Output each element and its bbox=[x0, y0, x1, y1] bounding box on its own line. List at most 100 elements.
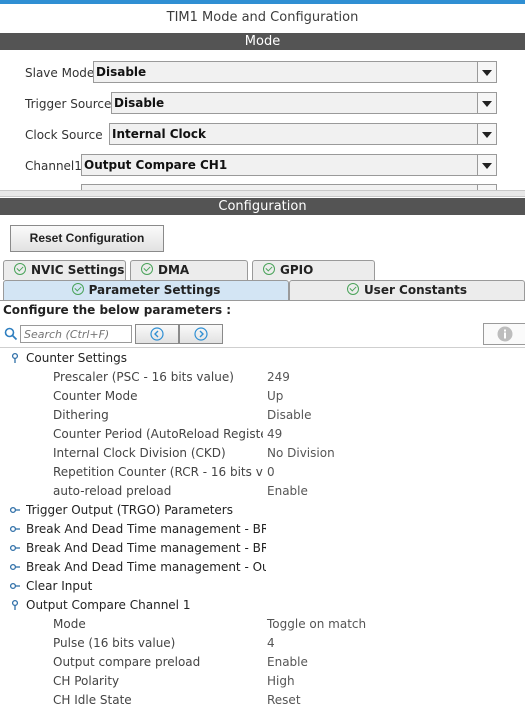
group-label: Break And Dead Time management - BR... bbox=[26, 541, 266, 555]
param-row-oc-mode[interactable]: Mode Toggle on match bbox=[0, 615, 525, 634]
tree-group-trigger-output[interactable]: Trigger Output (TRGO) Parameters bbox=[0, 501, 525, 520]
collapsed-node-icon[interactable] bbox=[9, 561, 21, 573]
group-label: Clear Input bbox=[26, 579, 93, 593]
tab-label: User Constants bbox=[363, 283, 468, 297]
param-name: Mode bbox=[53, 617, 86, 631]
param-value[interactable]: Enable bbox=[267, 482, 308, 501]
group-label: Counter Settings bbox=[26, 351, 127, 365]
tree-top-border bbox=[0, 347, 525, 348]
group-label: Break And Dead Time management - Ou... bbox=[26, 560, 266, 574]
tab-dma-settings[interactable]: DMA Settings bbox=[130, 260, 248, 295]
channel1-value: Output Compare CH1 bbox=[84, 158, 228, 172]
expanded-node-icon[interactable] bbox=[9, 352, 21, 364]
param-row-prescaler[interactable]: Prescaler (PSC - 16 bits value) 249 bbox=[0, 368, 525, 387]
chevron-right-icon bbox=[194, 327, 208, 341]
clock-source-value: Internal Clock bbox=[112, 127, 206, 141]
param-row-counter-mode[interactable]: Counter Mode Up bbox=[0, 387, 525, 406]
tab-label: Parameter Settings bbox=[88, 283, 221, 297]
tab-parameter-settings[interactable]: Parameter Settings bbox=[3, 280, 289, 300]
param-value[interactable]: 0 bbox=[267, 463, 275, 482]
param-value[interactable]: 249 bbox=[267, 368, 290, 387]
param-value[interactable]: Reset bbox=[267, 691, 301, 710]
tab-user-constants[interactable]: User Constants bbox=[289, 280, 525, 300]
instruction-text: Configure the below parameters : bbox=[3, 303, 232, 317]
param-name: CH Idle State bbox=[53, 693, 132, 707]
check-circle-icon bbox=[346, 283, 359, 295]
collapsed-node-icon[interactable] bbox=[9, 542, 21, 554]
param-name: CH Polarity bbox=[53, 674, 120, 688]
trigger-source-select[interactable]: Disable bbox=[111, 92, 497, 114]
group-label: Break And Dead Time management - BR... bbox=[26, 522, 266, 536]
search-input[interactable] bbox=[20, 325, 132, 343]
info-button[interactable] bbox=[483, 323, 525, 345]
clock-source-select[interactable]: Internal Clock bbox=[109, 123, 497, 145]
tab-divider bbox=[0, 300, 525, 301]
group-label: Trigger Output (TRGO) Parameters bbox=[26, 503, 233, 517]
param-row-counter-period[interactable]: Counter Period (AutoReload Registe... 49 bbox=[0, 425, 525, 444]
trigger-source-label: Trigger Source bbox=[25, 97, 112, 111]
slave-mode-select[interactable]: Disable bbox=[93, 61, 497, 83]
tab-label: NVIC Settings bbox=[31, 263, 125, 277]
chevron-down-icon[interactable] bbox=[477, 62, 496, 82]
reset-configuration-button[interactable]: Reset Configuration bbox=[10, 225, 164, 252]
collapsed-node-icon[interactable] bbox=[9, 580, 21, 592]
trigger-source-value: Disable bbox=[114, 96, 165, 110]
tab-nvic-settings[interactable]: NVIC Settings bbox=[3, 260, 126, 280]
channel1-label: Channel1 bbox=[25, 159, 82, 173]
param-value[interactable]: High bbox=[267, 672, 295, 691]
collapsed-node-icon[interactable] bbox=[9, 504, 21, 516]
param-value[interactable]: 4 bbox=[267, 634, 275, 653]
param-row-clock-division[interactable]: Internal Clock Division (CKD) No Divisio… bbox=[0, 444, 525, 463]
param-value[interactable]: 49 bbox=[267, 425, 282, 444]
tree-group-break-dead-time-2[interactable]: Break And Dead Time management - BR... bbox=[0, 539, 525, 558]
param-name: Counter Mode bbox=[53, 389, 138, 403]
param-value[interactable]: Enable bbox=[267, 653, 308, 672]
param-value[interactable]: Toggle on match bbox=[267, 615, 366, 634]
search-icon bbox=[4, 327, 18, 341]
param-name: Repetition Counter (RCR - 16 bits val... bbox=[53, 465, 263, 479]
param-name: Output compare preload bbox=[53, 655, 201, 669]
param-row-ch-idle-state[interactable]: CH Idle State Reset bbox=[0, 691, 525, 710]
param-name: Internal Clock Division (CKD) bbox=[53, 446, 226, 460]
param-name: auto-reload preload bbox=[53, 484, 172, 498]
check-circle-icon bbox=[71, 283, 84, 295]
search-prev-button[interactable] bbox=[135, 324, 179, 344]
search-next-button[interactable] bbox=[179, 324, 223, 344]
chevron-down-icon[interactable] bbox=[477, 155, 496, 175]
slave-mode-value: Disable bbox=[96, 65, 147, 79]
tree-group-output-compare-ch1[interactable]: Output Compare Channel 1 bbox=[0, 596, 525, 615]
channel1-select[interactable]: Output Compare CH1 bbox=[81, 154, 497, 176]
param-name: Dithering bbox=[53, 408, 109, 422]
chevron-down-icon[interactable] bbox=[477, 93, 496, 113]
param-value[interactable]: Disable bbox=[267, 406, 312, 425]
param-row-pulse[interactable]: Pulse (16 bits value) 4 bbox=[0, 634, 525, 653]
tab-gpio-settings[interactable]: GPIO Settings bbox=[252, 260, 375, 295]
info-icon bbox=[497, 326, 513, 342]
param-row-dithering[interactable]: Dithering Disable bbox=[0, 406, 525, 425]
pane-splitter[interactable] bbox=[0, 190, 525, 197]
group-label: Output Compare Channel 1 bbox=[26, 598, 191, 612]
expanded-node-icon[interactable] bbox=[9, 599, 21, 611]
param-row-auto-reload-preload[interactable]: auto-reload preload Enable bbox=[0, 482, 525, 501]
param-row-repetition-counter[interactable]: Repetition Counter (RCR - 16 bits val...… bbox=[0, 463, 525, 482]
param-row-ch-polarity[interactable]: CH Polarity High bbox=[0, 672, 525, 691]
param-name: Pulse (16 bits value) bbox=[53, 636, 176, 650]
slave-mode-label: Slave Mode bbox=[25, 66, 95, 80]
tree-group-break-dead-time-3[interactable]: Break And Dead Time management - Ou... bbox=[0, 558, 525, 577]
check-circle-icon bbox=[14, 263, 26, 275]
clock-source-label: Clock Source bbox=[25, 128, 103, 142]
configuration-section-header: Configuration bbox=[0, 198, 525, 215]
parameter-tree: Counter Settings Prescaler (PSC - 16 bit… bbox=[0, 349, 525, 723]
param-value[interactable]: No Division bbox=[267, 444, 335, 463]
param-row-oc-preload[interactable]: Output compare preload Enable bbox=[0, 653, 525, 672]
collapsed-node-icon[interactable] bbox=[9, 523, 21, 535]
tree-group-counter-settings[interactable]: Counter Settings bbox=[0, 349, 525, 368]
tree-group-clear-input[interactable]: Clear Input bbox=[0, 577, 525, 596]
param-value[interactable]: Up bbox=[267, 387, 283, 406]
window-title: TIM1 Mode and Configuration bbox=[166, 10, 359, 25]
tree-group-break-dead-time-1[interactable]: Break And Dead Time management - BR... bbox=[0, 520, 525, 539]
chevron-down-icon[interactable] bbox=[477, 124, 496, 144]
check-circle-icon bbox=[141, 263, 153, 275]
chevron-left-icon bbox=[150, 327, 164, 341]
param-name: Counter Period (AutoReload Registe... bbox=[53, 427, 263, 441]
